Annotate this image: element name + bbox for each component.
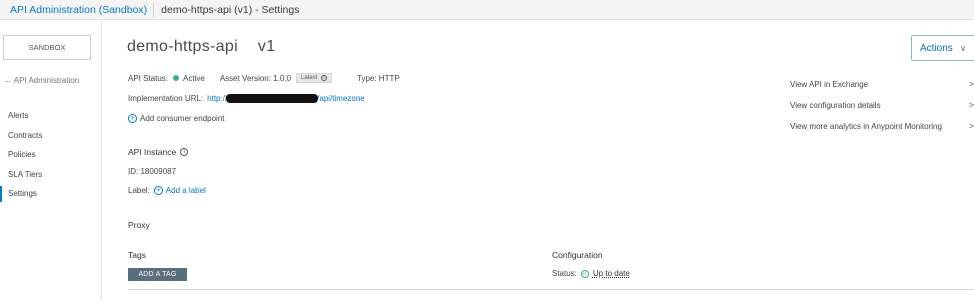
instance-label-row: Label: + Add a label (128, 186, 206, 195)
check-circle-icon: ✓ (580, 269, 589, 278)
actions-dropdown-button[interactable]: Actions ∨ (911, 35, 974, 61)
view-api-in-exchange-label: View API in Exchange (790, 80, 869, 89)
sidebar-item-policies[interactable]: Policies (0, 145, 101, 165)
view-more-analytics-link[interactable]: View more analytics in Anypoint Monitori… (790, 121, 974, 142)
view-api-in-exchange-link[interactable]: View API in Exchange > (790, 79, 974, 100)
implementation-url-label: Implementation URL: (128, 94, 204, 103)
configuration-status-value[interactable]: Up to date (593, 269, 630, 278)
tags-heading: Tags (128, 250, 146, 260)
implementation-url-suffix[interactable]: /api/timezone (317, 94, 365, 103)
proxy-heading: Proxy (128, 220, 150, 230)
plus-circle-icon: + (128, 114, 137, 123)
instance-id: ID: 18009087 (128, 167, 177, 176)
add-consumer-endpoint-link[interactable]: + Add consumer endpoint (128, 114, 225, 123)
sidebar-item-contracts[interactable]: Contracts (0, 126, 101, 146)
sidebar-nav: Alerts Contracts Policies SLA Tiers Sett… (0, 106, 101, 204)
breadcrumb-divider (153, 2, 155, 17)
view-more-analytics-label: View more analytics in Anypoint Monitori… (790, 122, 942, 131)
environment-selector[interactable]: SANDBOX (3, 35, 91, 60)
main-content: demo-https-api v1 Actions ∨ API Status: A… (102, 21, 974, 301)
breadcrumb-current: demo-https-api (v1) - Settings (161, 3, 300, 16)
latest-badge[interactable]: Latest i (295, 73, 333, 83)
add-consumer-endpoint-label: Add consumer endpoint (140, 114, 225, 123)
right-links-panel: View API in Exchange > View configuratio… (790, 79, 974, 142)
chevron-right-icon: > (968, 79, 974, 89)
implementation-url-row: Implementation URL: http:// /api/timezon… (128, 94, 365, 103)
api-status-label: API Status: (128, 73, 169, 83)
breadcrumb-app-link[interactable]: API Administration (Sandbox) (0, 0, 153, 20)
api-status-value: Active (183, 73, 205, 83)
section-divider (128, 289, 974, 290)
status-active-dot-icon (173, 75, 180, 81)
configuration-status-row: Status: ✓ Up to date (552, 269, 630, 278)
plus-circle-icon: + (153, 186, 163, 195)
add-tag-button[interactable]: ADD A TAG (128, 268, 187, 281)
chevron-down-icon: ∨ (959, 42, 967, 53)
redacted-host (226, 94, 319, 103)
api-instance-heading: API Instance i (128, 147, 189, 157)
view-configuration-details-label: View configuration details (790, 101, 881, 110)
configuration-heading: Configuration (552, 250, 603, 260)
add-label-text: Add a label (165, 186, 206, 195)
breadcrumb: API Administration (Sandbox) demo-https-… (0, 0, 974, 20)
api-version: v1 (257, 38, 276, 55)
chevron-right-icon: > (968, 100, 974, 110)
page-title: demo-https-api v1 (127, 38, 275, 56)
info-icon[interactable]: i (180, 148, 189, 156)
api-status-row: API Status: Active Asset Version: 1.0.0 … (128, 73, 400, 83)
back-to-api-administration-link[interactable]: ← API Administration (4, 76, 79, 85)
info-icon: i (321, 75, 328, 81)
actions-label: Actions (920, 42, 953, 54)
latest-badge-label: Latest (300, 75, 318, 81)
sidebar-item-settings[interactable]: Settings (0, 184, 101, 204)
view-configuration-details-link[interactable]: View configuration details > (790, 100, 974, 121)
api-type: Type: HTTP (357, 73, 400, 83)
api-name: demo-https-api (127, 38, 238, 55)
chevron-right-icon: > (968, 121, 974, 131)
instance-label-label: Label: (128, 186, 150, 195)
sidebar-item-alerts[interactable]: Alerts (0, 106, 101, 126)
sidebar: SANDBOX ← API Administration Alerts Cont… (0, 21, 102, 301)
api-instance-heading-label: API Instance (128, 147, 177, 157)
sidebar-item-sla-tiers[interactable]: SLA Tiers (0, 165, 101, 185)
configuration-status-label: Status: (552, 269, 577, 278)
add-label-link[interactable]: + Add a label (153, 186, 206, 195)
asset-version: Asset Version: 1.0.0 (219, 73, 291, 83)
implementation-url-prefix[interactable]: http:// (207, 94, 227, 103)
